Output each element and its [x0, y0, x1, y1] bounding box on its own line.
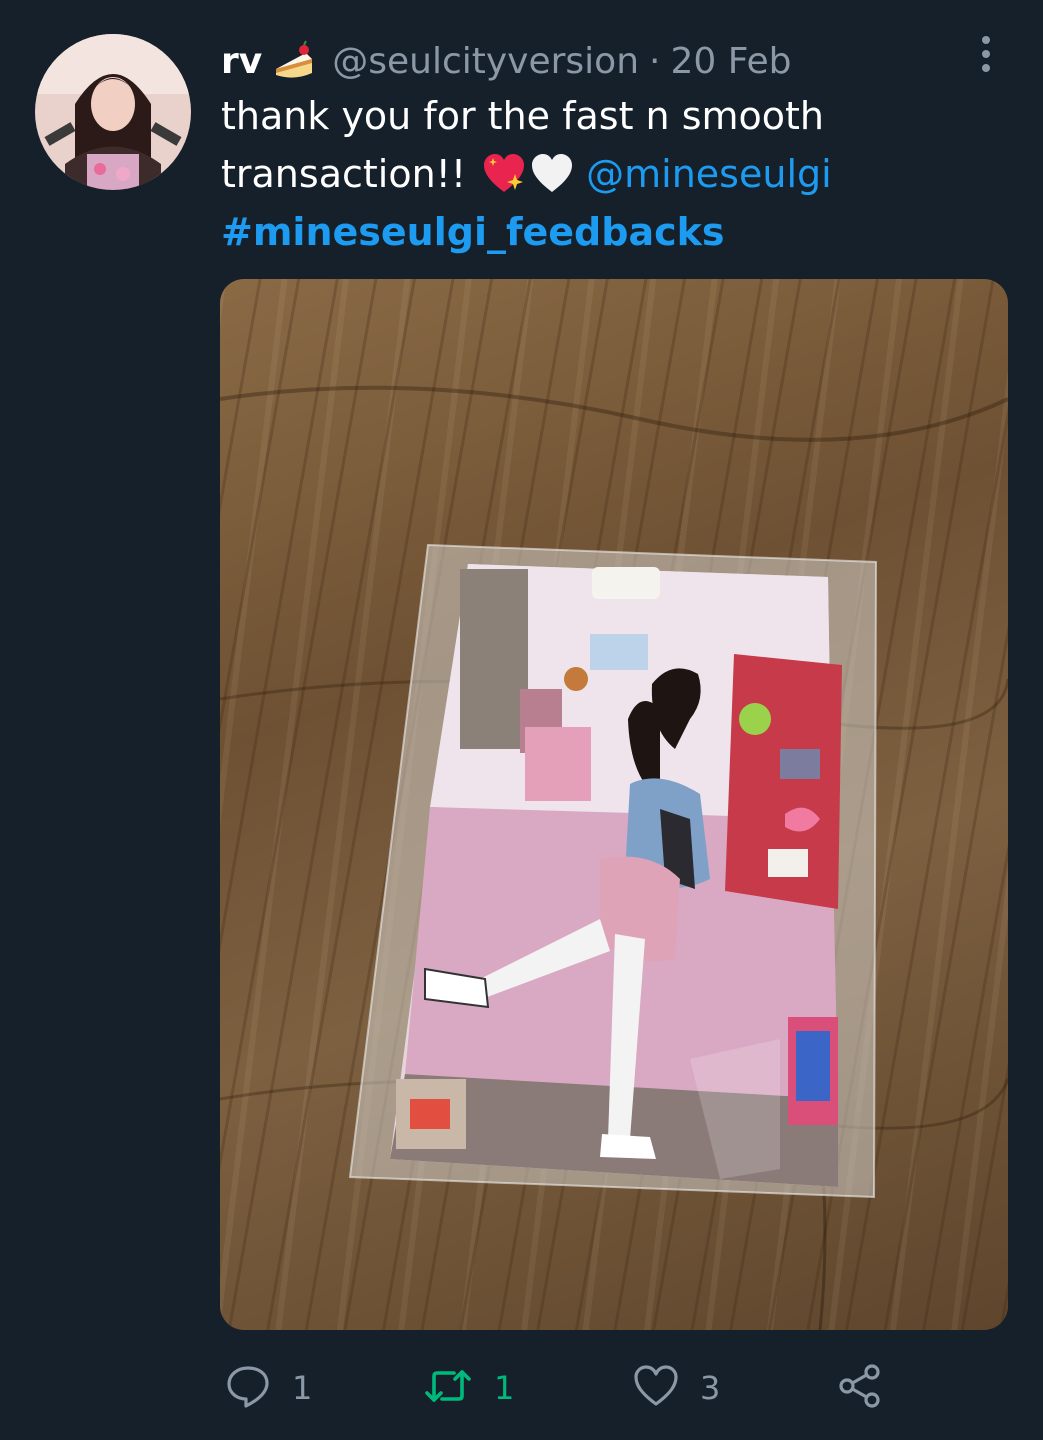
tweet-container: rv @seulcityversion · 20 Feb thank you f… — [0, 0, 1043, 1440]
user-handle[interactable]: @seulcityversion — [332, 41, 639, 82]
display-name[interactable]: rv — [221, 41, 262, 82]
more-dot — [982, 64, 990, 72]
white-heart-emoji — [530, 152, 574, 196]
more-dot — [982, 50, 990, 58]
more-dot — [982, 36, 990, 44]
tweet-header: rv @seulcityversion · 20 Feb — [221, 36, 791, 86]
avatar[interactable] — [35, 34, 191, 190]
separator-dot: · — [649, 40, 661, 82]
tweet-photo[interactable] — [220, 279, 1008, 1330]
retweet-icon — [424, 1362, 472, 1414]
hashtag-link[interactable]: #mineseulgi_feedbacks — [221, 210, 725, 254]
avatar-image — [35, 34, 191, 190]
tweet-text-line-2: transaction!! @mineseulgi — [221, 152, 832, 196]
more-vertical-icon[interactable] — [968, 32, 1004, 76]
tweet-date[interactable]: 20 Feb — [670, 41, 791, 82]
share-icon — [836, 1362, 884, 1414]
heart-icon — [632, 1362, 680, 1414]
retweet-button[interactable]: 1 — [424, 1360, 514, 1416]
reply-icon — [224, 1362, 272, 1414]
cake-emoji — [272, 39, 316, 83]
reply-button[interactable]: 1 — [224, 1360, 312, 1416]
retweet-count: 1 — [494, 1369, 515, 1407]
reply-count: 1 — [292, 1369, 313, 1407]
tweet-text-line-3: #mineseulgi_feedbacks — [221, 210, 725, 254]
tweet-text-transaction: transaction!! — [221, 152, 467, 196]
share-button[interactable] — [836, 1360, 884, 1416]
sparkling-heart-emoji — [482, 152, 526, 196]
tweet-actions: 1 1 3 — [0, 1360, 1043, 1416]
photo-content — [220, 385, 1008, 1330]
mention-link[interactable]: @mineseulgi — [586, 152, 832, 196]
tweet-text-line-1: thank you for the fast n smooth — [221, 94, 825, 138]
like-count: 3 — [700, 1369, 721, 1407]
like-button[interactable]: 3 — [632, 1360, 720, 1416]
